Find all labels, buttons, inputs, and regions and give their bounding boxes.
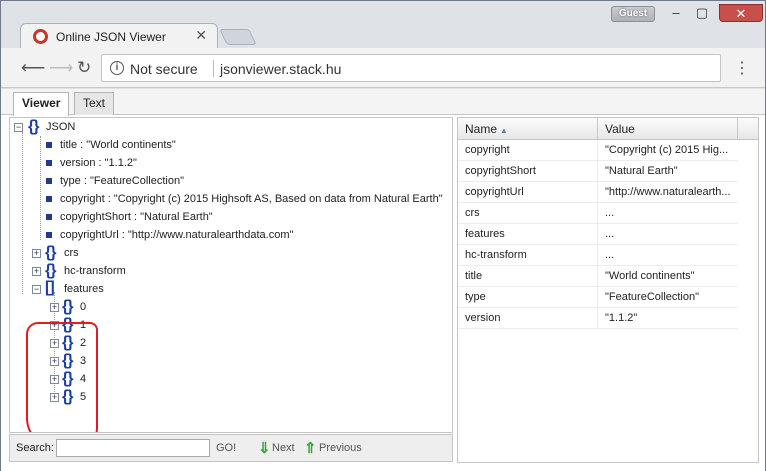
grid-cell-name: title	[458, 266, 598, 287]
collapse-icon[interactable]: −	[32, 285, 41, 294]
info-icon[interactable]: i	[110, 61, 124, 75]
value-icon	[46, 196, 52, 202]
name-column-header[interactable]: Name ▲	[458, 118, 598, 140]
grid-cell-value: "FeatureCollection"	[605, 291, 700, 303]
grid-row[interactable]: type "FeatureCollection"	[458, 287, 738, 308]
grid-cell-name: type	[458, 287, 598, 308]
tab-viewer[interactable]: Viewer	[13, 92, 70, 116]
grid-cell-value: ...	[605, 228, 615, 240]
guest-profile-badge[interactable]: Guest	[611, 6, 655, 22]
grid-row[interactable]: copyrightUrl "http://www.naturalearth...	[458, 182, 738, 203]
grid-cell-value: "World continents"	[605, 270, 695, 282]
tree-node-label: 0	[80, 301, 87, 313]
expand-icon[interactable]: +	[50, 303, 59, 312]
close-window-button[interactable]: ✕	[719, 4, 763, 22]
browser-window: Online JSON Viewer ✕ Guest – ▢ ✕ ⟵ ⟶ ↻ i…	[0, 0, 766, 471]
tab-text[interactable]: Text	[74, 92, 115, 115]
grid-cell-name: hc-transform	[458, 245, 598, 266]
title-bar: Online JSON Viewer ✕ Guest – ▢ ✕	[1, 1, 765, 49]
grid-row[interactable]: title "World continents"	[458, 266, 738, 287]
grid-row[interactable]: copyrightShort "Natural Earth"	[458, 161, 738, 182]
reload-icon[interactable]: ↻	[77, 58, 91, 78]
next-button[interactable]: Next	[272, 442, 295, 454]
grid-cell-name: version	[458, 308, 598, 329]
grid-cell-name: copyrightShort	[458, 161, 598, 182]
grid-cell-value: ...	[605, 249, 615, 261]
object-icon: {}	[45, 244, 56, 261]
tree-leaf-label: copyrightUrl : "http://www.naturalearthd…	[60, 229, 294, 241]
grid-row[interactable]: copyright "Copyright (c) 2015 Hig...	[458, 140, 738, 161]
grid-header: Name ▲ Value	[458, 118, 758, 140]
search-bar: Search: GO! ⇓ Next ⇑ Previous	[9, 434, 453, 462]
menu-dots-icon[interactable]: ⋮	[734, 58, 750, 78]
value-icon	[46, 142, 52, 148]
arrow-up-icon[interactable]: ⇑	[304, 439, 317, 457]
go-button[interactable]: GO!	[216, 442, 236, 454]
grid-row[interactable]: hc-transform ...	[458, 245, 738, 266]
close-tab-icon[interactable]: ✕	[195, 27, 207, 44]
sort-ascending-icon: ▲	[500, 126, 508, 135]
forward-arrow-icon[interactable]: ⟶	[49, 58, 73, 78]
new-tab-button[interactable]	[219, 29, 257, 45]
tree-leaf-label: title : "World continents"	[60, 139, 176, 151]
tree-root-label: JSON	[46, 121, 76, 133]
url-text[interactable]: jsonviewer.stack.hu	[220, 61, 341, 77]
security-status[interactable]: Not secure	[130, 61, 198, 77]
grid-row[interactable]: version "1.1.2"	[458, 308, 738, 329]
grid-cell-name: copyrightUrl	[458, 182, 598, 203]
value-icon	[46, 160, 52, 166]
tree-guide-line	[22, 132, 23, 294]
back-arrow-icon[interactable]: ⟵	[21, 58, 45, 78]
value-column-header[interactable]: Value	[598, 118, 738, 140]
object-icon: {}	[28, 118, 39, 135]
array-icon: []	[45, 279, 55, 296]
previous-button[interactable]: Previous	[319, 442, 362, 454]
tree-leaf-label: type : "FeatureCollection"	[60, 175, 184, 187]
grid-cell-value: "Copyright (c) 2015 Hig...	[605, 144, 729, 156]
minimize-button[interactable]: –	[663, 4, 689, 22]
tree-leaf-label: copyrightShort : "Natural Earth"	[60, 211, 213, 223]
tree-node-label: features	[64, 283, 104, 295]
tree-node-label: crs	[64, 247, 79, 259]
collapse-icon[interactable]: −	[14, 123, 23, 132]
expand-icon[interactable]: +	[32, 249, 41, 258]
grid-row[interactable]: features ...	[458, 224, 738, 245]
tree-node-label: hc-transform	[64, 265, 126, 277]
grid-cell-name: copyright	[458, 140, 598, 161]
maximize-button[interactable]: ▢	[689, 4, 715, 22]
tab-title: Online JSON Viewer	[56, 30, 166, 44]
browser-tab[interactable]: Online JSON Viewer ✕	[20, 23, 218, 49]
value-icon	[46, 214, 52, 220]
grid-cell-name: features	[458, 224, 598, 245]
value-icon	[46, 232, 52, 238]
tree-guide-line	[40, 136, 41, 240]
red-circle-annotation	[26, 322, 98, 432]
page-content: Viewer Text − {} JSON title : "World con…	[1, 89, 765, 471]
object-icon: {}	[45, 262, 56, 279]
search-label: Search:	[16, 442, 54, 454]
viewer-tab-bar: Viewer Text	[1, 89, 765, 116]
grid-row[interactable]: crs ...	[458, 203, 738, 224]
grid-cell-value: "1.1.2"	[605, 312, 638, 324]
grid-cell-value: ...	[605, 207, 615, 219]
arrow-down-icon[interactable]: ⇓	[258, 439, 271, 457]
search-input[interactable]	[56, 439, 210, 457]
address-bar[interactable]: i Not secure jsonviewer.stack.hu	[101, 54, 721, 82]
grid-cell-name: crs	[458, 203, 598, 224]
property-grid: Name ▲ Value copyright "Copyright (c) 201…	[457, 117, 759, 463]
json-tree-panel: − {} JSON title : "World continents" ver…	[9, 117, 453, 433]
navigation-bar: ⟵ ⟶ ↻ i Not secure jsonviewer.stack.hu ⋮	[1, 48, 765, 88]
tree-leaf-label: version : "1.1.2"	[60, 157, 137, 169]
expand-icon[interactable]: +	[32, 267, 41, 276]
grid-cell-value: "Natural Earth"	[605, 165, 678, 177]
grid-cell-value: "http://www.naturalearth...	[605, 186, 731, 198]
value-icon	[46, 178, 52, 184]
tree-leaf-label: copyright : "Copyright (c) 2015 Highsoft…	[60, 193, 443, 205]
name-column-label: Name	[465, 122, 498, 136]
object-icon: {}	[62, 298, 73, 315]
site-favicon-icon	[33, 29, 48, 44]
divider	[213, 60, 214, 77]
